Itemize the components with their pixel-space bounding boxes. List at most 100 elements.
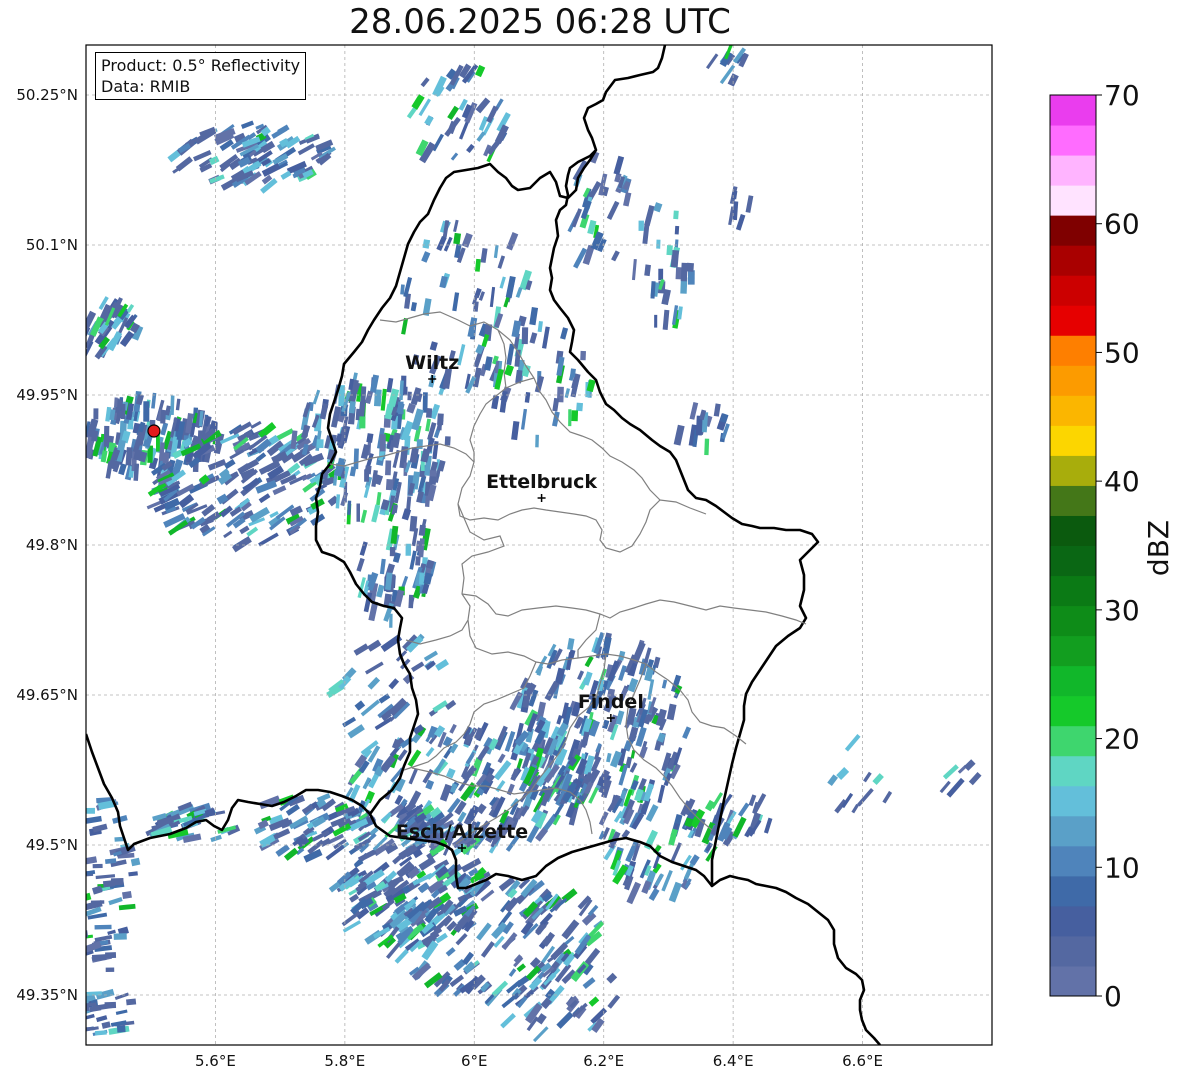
echo-cell: [86, 892, 92, 903]
echo-cell: [644, 264, 651, 277]
echo-cell: [584, 947, 601, 966]
echo-cell: [501, 932, 518, 951]
echo-cell: [379, 558, 386, 575]
echo-cell: [223, 530, 233, 539]
canton-border: [461, 593, 807, 625]
echo-cell: [606, 972, 618, 984]
colorbar-tick-label: 50: [1104, 336, 1140, 369]
echo-cell: [863, 771, 872, 783]
y-axis-ticks: 50.25°N 50.1°N 49.95°N 49.8°N 49.65°N 49.5°N 4…: [16, 86, 78, 1004]
echo-cell: [389, 546, 396, 557]
echo-cell: [114, 992, 130, 1001]
echo-cell: [359, 416, 366, 429]
echo-cell: [529, 332, 538, 344]
echo-cell: [851, 803, 860, 814]
echo-cell: [856, 788, 874, 807]
echo-cell: [648, 887, 660, 901]
echo-cell: [872, 773, 884, 786]
echo-cell: [497, 255, 506, 269]
echo-cell: [763, 817, 773, 834]
echo-cell: [275, 428, 294, 441]
colorbar-segment: [1050, 725, 1096, 757]
echo-cell: [836, 767, 850, 780]
colorbar-segment: [1050, 515, 1096, 546]
echo-cell: [297, 143, 315, 156]
echo-cell: [484, 356, 493, 371]
data-source-label: Data: RMIB: [101, 77, 191, 96]
y-tick-label: 49.35°N: [16, 986, 78, 1004]
colorbar-segment: [1050, 455, 1096, 486]
colorbar-segment: [1050, 335, 1096, 366]
echo-cell: [939, 780, 951, 794]
echo-cell: [569, 368, 576, 378]
city-marker: Ettelbruck: [486, 471, 597, 502]
echo-cell: [745, 195, 754, 213]
radar-echo-layer: [63, 45, 982, 1043]
echo-cell: [91, 954, 107, 961]
canton-border: [329, 443, 707, 553]
echo-cell: [347, 724, 365, 739]
echo-cell: [119, 330, 135, 347]
echo-cell: [511, 420, 520, 441]
echo-cell: [356, 557, 365, 572]
echo-cell: [480, 247, 488, 263]
city-label: Wiltz: [405, 352, 459, 374]
echo-cell: [116, 1025, 126, 1033]
echo-cell: [316, 439, 324, 449]
echo-cell: [673, 210, 679, 220]
echo-cell: [364, 661, 384, 675]
echo-cell: [175, 156, 193, 172]
echo-cell: [103, 425, 110, 447]
echo-cell: [537, 321, 543, 333]
lat-lon-gridlines: [86, 45, 992, 1045]
echo-cell: [577, 670, 585, 681]
echo-cell: [418, 882, 430, 894]
colorbar-tick-label: 30: [1104, 594, 1140, 627]
echo-cell: [175, 398, 181, 411]
echo-cell: [686, 262, 694, 272]
echo-cell: [580, 350, 586, 361]
y-tick-label: 49.8°N: [26, 536, 78, 554]
echo-cell: [86, 312, 87, 324]
echo-cell: [561, 919, 580, 940]
echo-cell: [118, 903, 136, 911]
echo-cell: [505, 275, 516, 299]
echo-cell: [584, 655, 594, 668]
echo-cell: [654, 314, 658, 328]
echo-cell: [335, 494, 341, 509]
city-label: Ettelbruck: [486, 471, 597, 493]
echo-cell: [379, 434, 386, 452]
echo-cell: [515, 287, 523, 298]
echo-cell: [360, 699, 381, 717]
echo-cell: [439, 275, 448, 289]
echo-cell: [429, 341, 438, 351]
colorbar-segment: [1050, 155, 1096, 186]
colorbar-segment: [1050, 815, 1096, 847]
echo-cell: [364, 390, 374, 404]
echo-cell: [657, 784, 666, 804]
echo-cell: [113, 933, 127, 940]
city-label: Findel: [578, 691, 644, 713]
echo-cell: [421, 251, 431, 263]
echo-cell: [461, 232, 473, 248]
echo-cell: [541, 326, 550, 349]
echo-cell: [130, 857, 141, 867]
echo-cell: [353, 448, 359, 470]
echo-cell: [618, 665, 627, 681]
echo-cell: [63, 1004, 82, 1011]
echo-cell: [231, 536, 252, 553]
echo-cell: [713, 403, 721, 417]
echo-cell: [668, 881, 682, 903]
echo-cell: [376, 492, 382, 506]
echo-cell: [411, 661, 425, 673]
radar-site-marker: [147, 424, 161, 438]
echo-cell: [623, 192, 632, 207]
echo-cell: [64, 912, 84, 918]
echo-cell: [216, 493, 229, 505]
echo-cell: [349, 466, 357, 477]
echo-cell: [303, 425, 309, 437]
echo-cell: [408, 768, 418, 785]
echo-cell: [367, 676, 381, 690]
echo-cell: [535, 434, 539, 448]
echo-cell: [105, 952, 117, 959]
